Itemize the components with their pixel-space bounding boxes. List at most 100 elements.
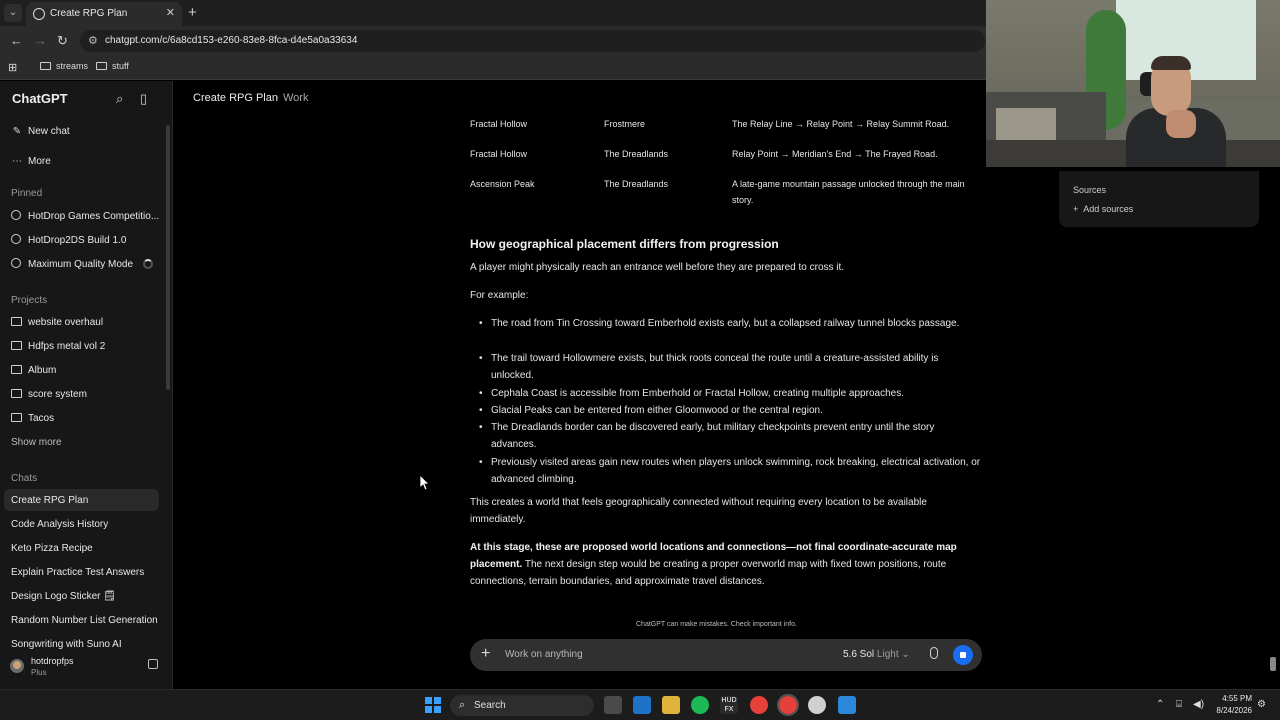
- table-cell: Frostmere: [604, 119, 646, 129]
- project-label: Tacos: [28, 413, 55, 424]
- notepad-icon[interactable]: [633, 696, 651, 714]
- prompt-input[interactable]: Work on anything: [505, 649, 583, 660]
- folder-icon: [11, 365, 22, 374]
- model-mode: Light: [876, 649, 899, 660]
- brand-title[interactable]: ChatGPT: [12, 91, 68, 106]
- vscode-icon[interactable]: [838, 696, 856, 714]
- network-icon[interactable]: ⌸: [1176, 699, 1182, 710]
- more-label: More: [28, 156, 51, 167]
- section-heading: How geographical placement differs from …: [470, 237, 779, 251]
- taskbar: ⌕ Search HUD FX ⌃ ⌸ ◀) 4:55 PM 8/24/2026…: [0, 689, 1280, 720]
- conversation-title[interactable]: Create RPG Plan: [193, 92, 278, 104]
- main-scrollbar[interactable]: [1270, 657, 1276, 671]
- browser-tab[interactable]: Create RPG Plan ✕: [26, 2, 182, 26]
- pinned-section-label: Pinned: [11, 188, 43, 199]
- table-cell: Relay Point → Meridian's End → The Fraye…: [732, 149, 938, 159]
- chat-item[interactable]: Keto Pizza Recipe: [11, 543, 93, 554]
- project-label: Album: [28, 365, 57, 376]
- list-item: Cephala Coast is accessible from Emberho…: [479, 385, 981, 402]
- spotify-icon[interactable]: [691, 696, 709, 714]
- url-text: chatgpt.com/c/6a8cd153-e260-83e8-8fca-d4…: [105, 35, 358, 46]
- bookmark-streams[interactable]: streams: [40, 61, 88, 71]
- webcam-person-hair: [1151, 56, 1191, 70]
- pinned-item[interactable]: HotDrop2DS Build 1.0: [11, 234, 126, 246]
- disclaimer-text: ChatGPT can make mistakes. Check importa…: [636, 621, 797, 628]
- tray-chevron-icon[interactable]: ⌃: [1156, 699, 1164, 710]
- search-icon: ⌕: [459, 699, 466, 711]
- table-cell: Fractal Hollow: [470, 149, 528, 159]
- microphone-icon[interactable]: [930, 647, 938, 659]
- close-tab-icon[interactable]: ✕: [166, 6, 175, 19]
- folder-icon: [11, 413, 22, 422]
- project-name[interactable]: Work: [283, 92, 308, 104]
- reload-icon[interactable]: ↻: [57, 33, 68, 49]
- stop-generating-button[interactable]: [953, 645, 973, 665]
- new-chat-button[interactable]: ✎ New chat: [11, 126, 70, 137]
- add-attachment-button[interactable]: +: [481, 645, 490, 663]
- search-icon[interactable]: ⌕: [116, 91, 123, 107]
- project-label: score system: [28, 389, 87, 400]
- pinned-item[interactable]: Maximum Quality Mode: [11, 258, 133, 270]
- model-selector[interactable]: 5.6 Sol Light ⌄: [843, 649, 910, 660]
- task-view-icon[interactable]: [604, 696, 622, 714]
- add-sources-button[interactable]: + Add sources: [1073, 204, 1133, 214]
- settings-gear-icon[interactable]: ⚙: [1257, 699, 1266, 710]
- pinned-item[interactable]: HotDrop Games Competitio...: [11, 210, 159, 222]
- projects-section-label: Projects: [11, 295, 48, 306]
- user-name: hotdropfps: [31, 656, 74, 666]
- chats-section-label: Chats: [11, 473, 38, 484]
- pinned-label: HotDrop Games Competitio...: [28, 211, 160, 222]
- system-clock[interactable]: 4:55 PM 8/24/2026: [1210, 693, 1252, 717]
- user-profile-button[interactable]: hotdropfps Plus: [0, 651, 172, 689]
- back-icon[interactable]: ←: [10, 33, 23, 48]
- windows-start-icon[interactable]: [424, 696, 442, 714]
- chat-item[interactable]: Code Analysis History: [11, 519, 108, 530]
- more-button[interactable]: ⋯ More: [11, 156, 51, 167]
- chatgpt-favicon-icon: [33, 8, 45, 20]
- library-icon[interactable]: [148, 659, 158, 669]
- taskbar-search[interactable]: ⌕ Search: [450, 695, 594, 716]
- project-item[interactable]: website overhaul: [11, 317, 103, 328]
- chrome-icon[interactable]: [750, 696, 768, 714]
- address-bar[interactable]: ⚙ chatgpt.com/c/6a8cd153-e260-83e8-8fca-…: [80, 30, 985, 52]
- chat-item-active[interactable]: Create RPG Plan: [11, 495, 88, 506]
- apps-grid-icon[interactable]: ⊞: [8, 61, 17, 74]
- circle-icon: [11, 258, 21, 268]
- chevron-down-icon: ⌄: [901, 649, 910, 660]
- project-item[interactable]: score system: [11, 389, 87, 400]
- project-item[interactable]: Hdfps metal vol 2: [11, 341, 105, 352]
- bookmark-label: stuff: [112, 61, 129, 71]
- new-tab-button[interactable]: +: [188, 4, 197, 21]
- show-more-button[interactable]: Show more: [11, 437, 62, 448]
- site-info-icon[interactable]: ⚙: [88, 34, 98, 47]
- list-item: The road from Tin Crossing toward Emberh…: [479, 315, 981, 332]
- chat-item[interactable]: Random Number List Generation: [11, 615, 158, 626]
- chat-item[interactable]: Explain Practice Test Answers: [11, 567, 144, 578]
- list-item: Glacial Peaks can be entered from either…: [479, 402, 981, 419]
- chrome-active-icon[interactable]: [777, 694, 799, 716]
- ellipsis-icon: ⋯: [12, 156, 22, 167]
- sources-panel: Sources + Add sources: [1059, 171, 1259, 227]
- project-item[interactable]: Tacos: [11, 413, 54, 424]
- main-content: Create RPG Plan · Work Fractal Hollow Fr…: [173, 81, 1280, 689]
- sidebar-scrollbar[interactable]: [166, 125, 170, 390]
- tab-title: Create RPG Plan: [50, 8, 128, 19]
- forward-icon[interactable]: →: [34, 33, 47, 48]
- folder-icon: [11, 317, 22, 326]
- taskbar-search-label: Search: [474, 700, 506, 711]
- tab-search-button[interactable]: ⌄: [4, 4, 22, 22]
- volume-icon[interactable]: ◀): [1193, 699, 1204, 710]
- hud-fx-icon[interactable]: HUD FX: [720, 696, 738, 714]
- composer[interactable]: + Work on anything 5.6 Sol Light ⌄: [470, 639, 982, 671]
- table-cell: A late-game mountain passage unlocked th…: [732, 179, 965, 205]
- project-item[interactable]: Album: [11, 365, 56, 376]
- bookmark-stuff[interactable]: stuff: [96, 61, 129, 71]
- chat-item[interactable]: Songwriting with Suno AI: [11, 639, 122, 650]
- file-explorer-icon[interactable]: [662, 696, 680, 714]
- pinned-label: HotDrop2DS Build 1.0: [28, 235, 127, 246]
- toggle-sidebar-icon[interactable]: ▯: [140, 91, 147, 107]
- new-chat-label: New chat: [28, 126, 70, 137]
- chat-item[interactable]: Design Logo Sticker 🗒: [11, 591, 116, 602]
- intro-paragraph: A player might physically reach an entra…: [470, 262, 845, 273]
- app-icon[interactable]: [808, 696, 826, 714]
